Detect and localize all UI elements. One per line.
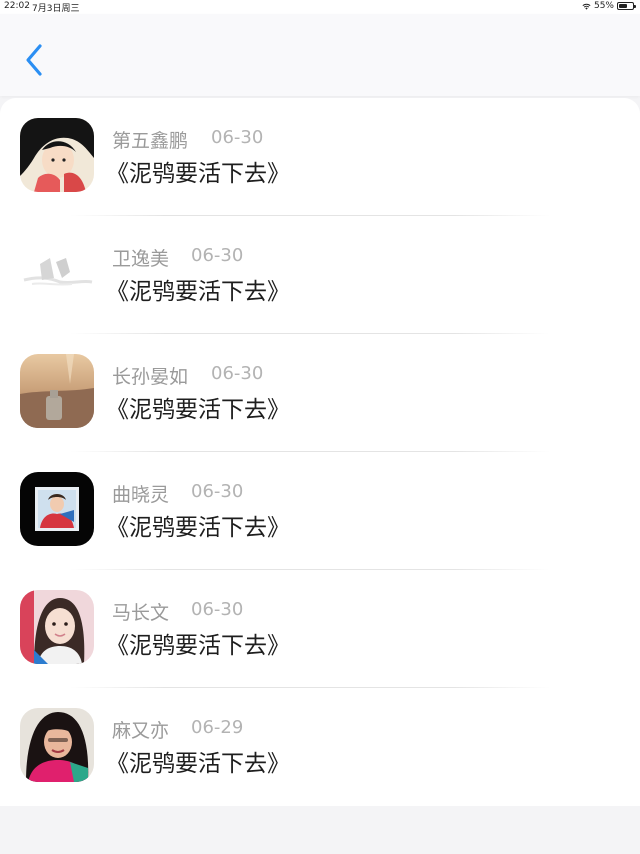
list-item[interactable]: 第五鑫鹏 06-30 《泥鸮要活下去》 (0, 98, 640, 216)
nav-bar (0, 14, 640, 96)
work-title: 《泥鸮要活下去》 (106, 633, 290, 659)
comment-date: 06-30 (211, 363, 264, 384)
list-item[interactable]: 曲晓灵 06-30 《泥鸮要活下去》 (0, 452, 640, 570)
chevron-left-icon (26, 44, 42, 76)
comment-date: 06-30 (191, 599, 244, 620)
back-button[interactable] (18, 42, 52, 80)
list-item[interactable]: 长孙晏如 06-30 《泥鸮要活下去》 (0, 334, 640, 452)
selfie-avatar[interactable] (20, 590, 94, 664)
user-name: 马长文 (112, 602, 170, 624)
work-title: 《泥鸮要活下去》 (106, 279, 290, 305)
work-title: 《泥鸮要活下去》 (106, 161, 290, 187)
beach-bottle-avatar[interactable] (20, 354, 94, 428)
work-title: 《泥鸮要活下去》 (106, 397, 290, 423)
list-item[interactable]: 卫逸美 06-30 《泥鸮要活下去》 (0, 216, 640, 334)
comment-date: 06-30 (191, 481, 244, 502)
user-name: 卫逸美 (112, 248, 170, 270)
status-right: 55% (582, 1, 636, 11)
user-name: 第五鑫鹏 (112, 130, 189, 152)
list-item[interactable]: 马长文 06-30 《泥鸮要活下去》 (0, 570, 640, 688)
anime-girl-avatar[interactable] (20, 118, 94, 192)
list-item[interactable]: 麻又亦 06-29 《泥鸮要活下去》 (0, 688, 640, 806)
user-name: 长孙晏如 (112, 366, 189, 388)
status-time: 22:02 (4, 1, 30, 11)
portrait-avatar[interactable] (20, 708, 94, 782)
wifi-icon (582, 3, 591, 10)
user-name: 曲晓灵 (112, 484, 170, 506)
framed-photo-avatar[interactable] (20, 472, 94, 546)
status-bar: 22:02 7月3日周三 55% (0, 0, 640, 14)
status-date: 7月3日周三 (32, 4, 80, 14)
user-name: 麻又亦 (112, 720, 170, 742)
comment-date: 06-30 (191, 245, 244, 266)
comment-date: 06-30 (211, 127, 264, 148)
battery-percent: 55% (593, 1, 614, 11)
work-title: 《泥鸮要活下去》 (106, 751, 290, 777)
comment-list: 第五鑫鹏 06-30 《泥鸮要活下去》 卫逸美 06-30 《泥鸮要活下去》 长… (0, 98, 640, 806)
sketch-avatar[interactable] (20, 236, 94, 310)
comment-date: 06-29 (191, 717, 244, 738)
work-title: 《泥鸮要活下去》 (106, 515, 290, 541)
battery-icon (617, 2, 636, 10)
